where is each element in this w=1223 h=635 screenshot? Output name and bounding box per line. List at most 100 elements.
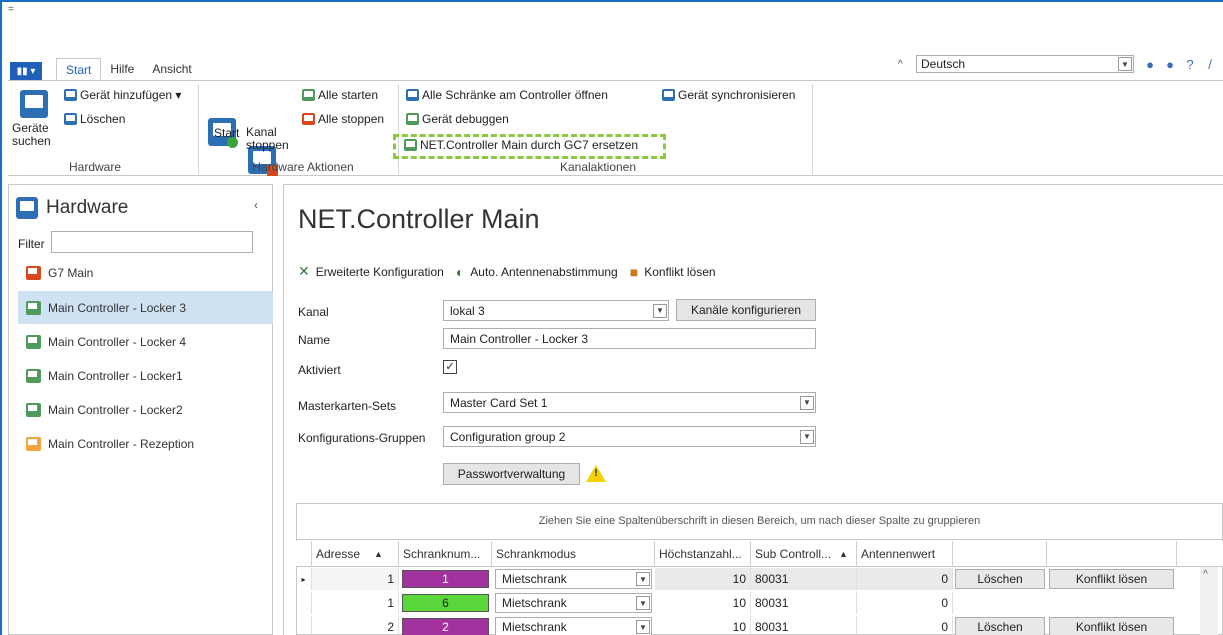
locker-number-chip[interactable]: 2 — [402, 618, 489, 635]
master-sets-label: Masterkarten-Sets — [298, 399, 397, 413]
name-input[interactable]: Main Controller - Locker 3 — [443, 328, 816, 349]
master-sets-select[interactable]: Master Card Set 1 ▼ — [443, 392, 816, 413]
tab-hilfe[interactable]: Hilfe — [101, 58, 143, 80]
group-separator — [398, 84, 399, 174]
password-management-button[interactable]: Passwortverwaltung — [443, 463, 580, 485]
ribbon-tab-bar: ▮▮ ▾ Start Hilfe Ansicht — [10, 58, 201, 80]
monitor-icon — [64, 89, 77, 101]
group-separator — [812, 84, 813, 174]
delete-icon — [64, 113, 77, 125]
tree-item-locker-3[interactable]: Main Controller - Locker 3 — [18, 291, 273, 324]
locker-mode-select[interactable]: Mietschrank ▼ — [495, 569, 652, 589]
group-label-channel-actions: Kanalaktionen — [559, 160, 637, 174]
column-header-locker-mode[interactable]: Schrankmodus — [492, 541, 655, 567]
user-icon[interactable]: ● — [1142, 56, 1158, 72]
chevron-down-icon: ▼ — [636, 572, 650, 586]
wrench-icon[interactable]: / — [1202, 56, 1218, 72]
name-label: Name — [298, 333, 331, 347]
file-menu-button[interactable]: ▮▮ ▾ — [10, 62, 42, 80]
column-header-locker-number[interactable]: Schranknum... — [399, 541, 492, 567]
debug-device-button[interactable]: Gerät debuggen — [406, 112, 509, 126]
antenna-icon: ◐ — [455, 263, 465, 280]
configure-channels-button[interactable]: Kanäle konfigurieren — [676, 299, 816, 321]
active-checkbox[interactable]: ✓ — [443, 360, 457, 374]
locker-number-chip[interactable]: 1 — [402, 570, 489, 588]
advanced-config-link[interactable]: Erweiterte Konfiguration — [316, 265, 444, 279]
antenna-cell[interactable]: 0 — [857, 568, 953, 590]
tree-item-rezeption[interactable]: Main Controller - Rezeption — [18, 427, 273, 460]
sort-asc-icon: ▲ — [839, 548, 848, 559]
action-bar: ✕ Erweiterte Konfiguration ◐ Auto. Anten… — [298, 263, 716, 280]
group-label-hardware-actions: Hardware Aktionen — [252, 160, 354, 174]
config-groups-select[interactable]: Configuration group 2 ▼ — [443, 426, 816, 447]
locker-number-chip[interactable]: 6 — [402, 594, 489, 612]
device-add-button[interactable]: Gerät hinzufügen ▾ — [64, 88, 181, 102]
collapse-panel-icon[interactable]: ‹ — [254, 198, 258, 212]
page-title: NET.Controller Main — [298, 204, 540, 234]
devices-search-button[interactable]: Geräte suchen — [12, 122, 51, 148]
sub-controller-cell[interactable]: 80031 — [751, 592, 857, 614]
max-cell[interactable]: 10 — [655, 592, 751, 614]
address-cell[interactable]: 1 — [312, 568, 399, 590]
device-icon — [26, 300, 41, 315]
filter-input[interactable] — [51, 231, 253, 253]
highlight-box — [393, 134, 666, 159]
channel-stop-button[interactable]: Kanal stoppen — [246, 126, 289, 152]
max-cell[interactable]: 10 — [655, 616, 751, 635]
channel-select[interactable]: lokal 3 ▼ — [443, 300, 669, 321]
address-cell[interactable]: 2 — [312, 616, 399, 635]
locker-mode-select[interactable]: Mietschrank ▼ — [495, 617, 652, 635]
tree-item-g7-main[interactable]: G7 Main — [18, 256, 273, 289]
row-delete-button[interactable]: Löschen — [955, 569, 1045, 589]
user-settings-icon[interactable]: ● — [1162, 56, 1178, 72]
tree-item-locker1[interactable]: Main Controller - Locker1 — [18, 359, 273, 392]
antenna-tuning-link[interactable]: Auto. Antennenabstimmung — [470, 265, 617, 279]
start-button[interactable]: Start — [214, 126, 239, 140]
row-indicator — [296, 616, 312, 635]
chevron-down-icon: ▼ — [636, 596, 650, 610]
group-by-hint[interactable]: Ziehen Sie eine Spaltenüberschrift in di… — [296, 503, 1223, 540]
tab-start[interactable]: Start — [56, 58, 102, 80]
device-icon — [26, 368, 41, 383]
tree-item-locker-4[interactable]: Main Controller - Locker 4 — [18, 325, 273, 358]
column-header-address[interactable]: Adresse ▲ — [312, 541, 399, 567]
column-header-max[interactable]: Höchstanzahl... — [655, 541, 751, 567]
quick-access-toolbar[interactable]: = — [8, 4, 14, 15]
hardware-icon — [16, 197, 38, 219]
column-header-filler — [1177, 541, 1223, 567]
collapse-ribbon-icon[interactable]: ^ — [898, 59, 910, 70]
sub-controller-cell[interactable]: 80031 — [751, 568, 857, 590]
antenna-cell[interactable]: 0 — [857, 616, 953, 635]
address-cell[interactable]: 1 — [312, 592, 399, 614]
stop-all-button[interactable]: Alle stoppen — [302, 112, 384, 126]
column-header-sub-controller[interactable]: Sub Controll... ▲ — [751, 541, 857, 567]
column-header-antenna[interactable]: Antennenwert — [857, 541, 953, 567]
row-delete-button[interactable]: Löschen — [955, 617, 1045, 635]
antenna-cell[interactable]: 0 — [857, 592, 953, 614]
tree-item-locker2[interactable]: Main Controller - Locker2 — [18, 393, 273, 426]
group-separator — [198, 84, 199, 174]
row-resolve-conflict-button[interactable]: Konflikt lösen — [1049, 569, 1174, 589]
resolve-conflict-link[interactable]: Konflikt lösen — [644, 265, 715, 279]
sub-controller-cell[interactable]: 80031 — [751, 616, 857, 635]
scroll-up-icon[interactable]: ^ — [1203, 569, 1208, 580]
max-cell[interactable]: 10 — [655, 568, 751, 590]
locker-mode-select[interactable]: Mietschrank ▼ — [495, 593, 652, 613]
open-all-lockers-button[interactable]: Alle Schränke am Controller öffnen — [406, 88, 608, 102]
sync-icon — [662, 89, 675, 101]
column-header-delete — [953, 541, 1047, 567]
chevron-down-icon: ▼ — [1118, 57, 1132, 71]
device-icon — [26, 265, 41, 280]
stop-all-icon — [302, 113, 315, 125]
sync-device-button[interactable]: Gerät synchronisieren — [662, 88, 795, 102]
delete-button[interactable]: Löschen — [64, 112, 125, 126]
sort-asc-icon: ▲ — [374, 548, 383, 559]
help-icon[interactable]: ? — [1182, 56, 1198, 72]
language-select[interactable]: Deutsch ▼ — [916, 55, 1134, 73]
row-resolve-conflict-button[interactable]: Konflikt lösen — [1049, 617, 1174, 635]
language-value: Deutsch — [921, 57, 966, 71]
start-all-button[interactable]: Alle starten — [302, 88, 378, 102]
tab-ansicht[interactable]: Ansicht — [143, 58, 200, 80]
row-indicator: ▸ — [296, 568, 312, 590]
tools-icon: ✕ — [298, 263, 310, 279]
